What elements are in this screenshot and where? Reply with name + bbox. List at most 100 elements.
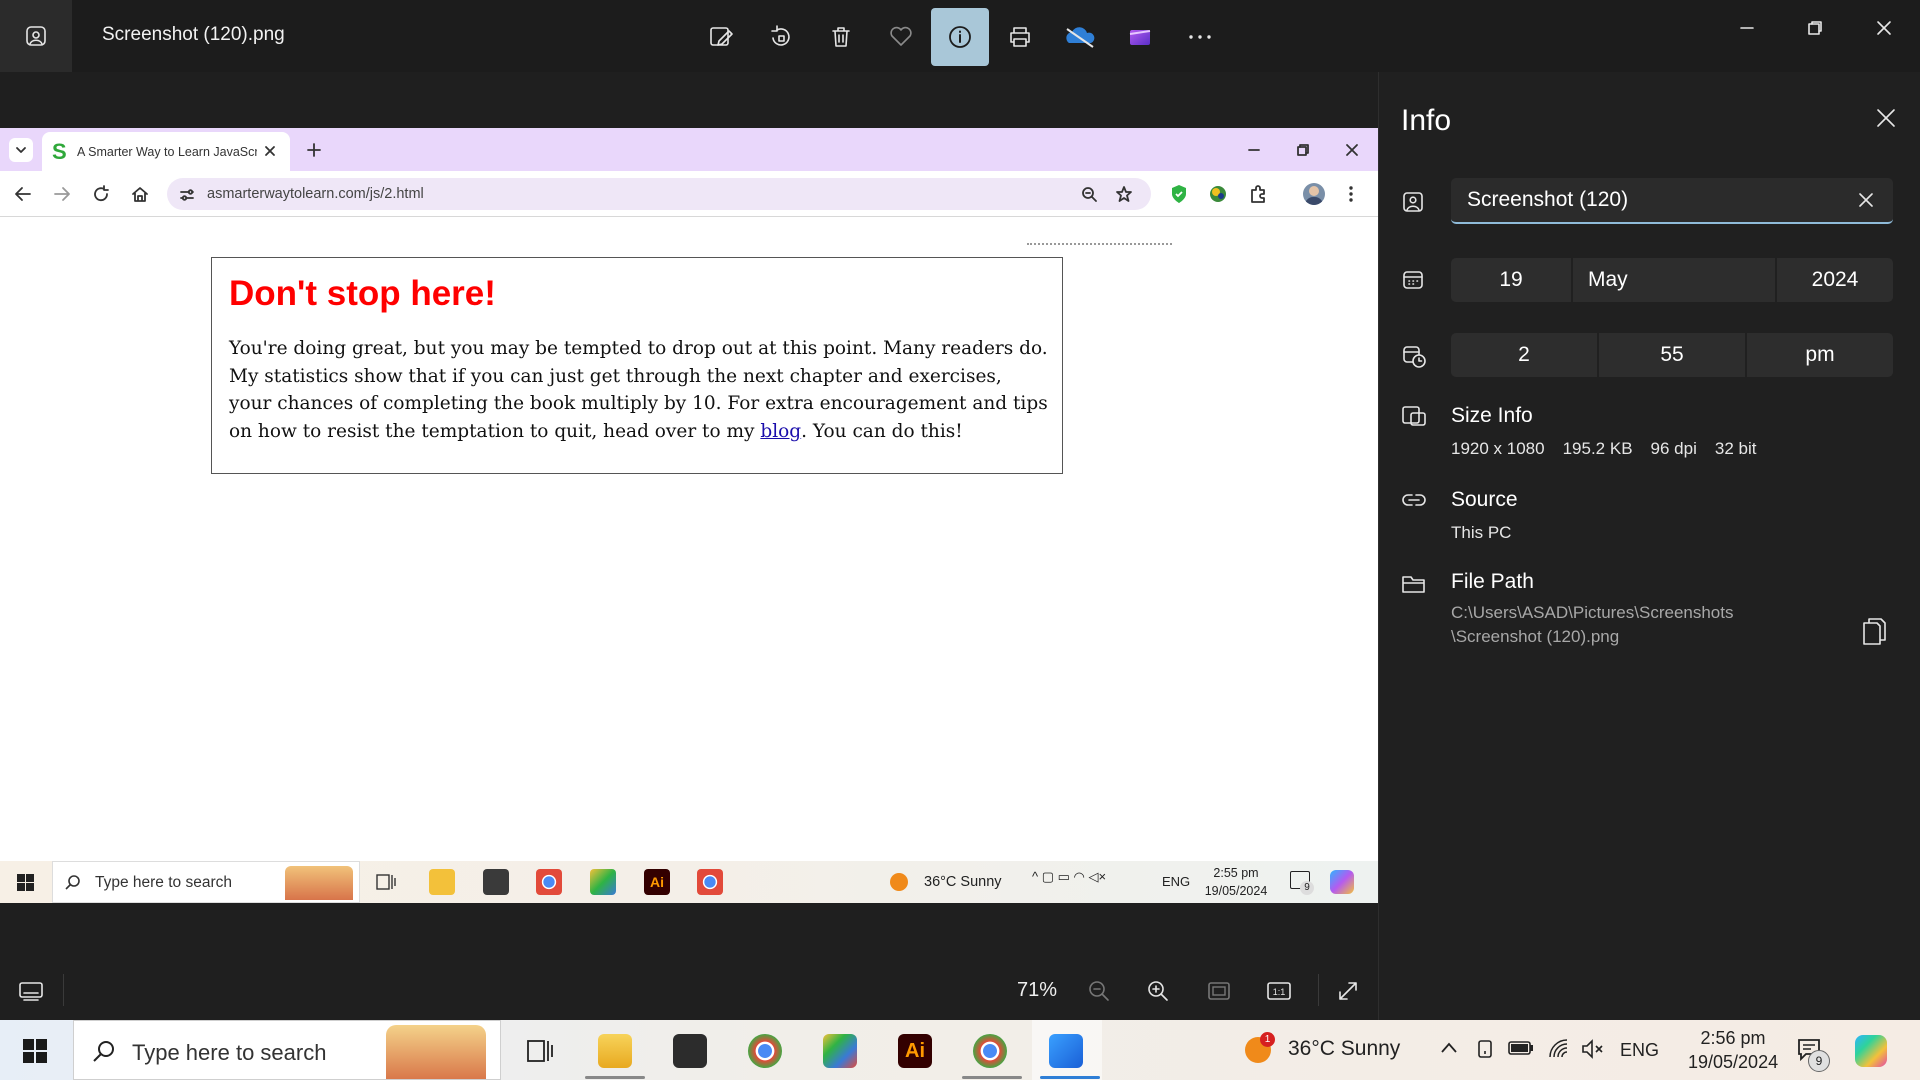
time-hour[interactable]: 2 [1451,333,1597,377]
print-button[interactable] [991,8,1049,66]
more-options-button[interactable] [1171,8,1229,66]
running-indicator [962,1076,1022,1079]
browser-restore-icon[interactable] [1296,143,1310,157]
taskbar-language[interactable]: ENG [1620,1040,1659,1061]
fullscreen-icon[interactable] [1336,979,1360,1003]
chevron-up-icon[interactable] [1440,1041,1458,1055]
volume-muted-icon[interactable] [1581,1038,1605,1060]
date-month[interactable]: May [1573,258,1775,302]
time-ampm[interactable]: pm [1747,333,1893,377]
url-text: asmarterwaytolearn.com/js/2.html [207,186,424,202]
size-info-icon [1402,406,1426,426]
date-day[interactable]: 19 [1451,258,1571,302]
tray-icons[interactable]: ^ ▢ ▭ ◠ ◁× [1032,869,1106,885]
browser-tab-strip: S A Smarter Way to Learn JavaScript [0,128,1378,171]
reload-icon[interactable] [92,185,110,203]
chrome-profile-icon[interactable] [973,1034,1007,1068]
delete-button[interactable] [812,8,870,66]
file-path-value[interactable]: C:\Users\ASAD\Pictures\Screenshots \Scre… [1451,601,1733,649]
zoom-in-icon[interactable] [1147,980,1169,1002]
app-icon-terminal[interactable] [483,869,509,895]
copy-path-icon[interactable] [1861,616,1887,646]
restore-button[interactable] [1793,14,1837,42]
chrome-icon[interactable] [536,869,562,895]
taskbar-weather[interactable]: 36°C Sunny [1288,1037,1400,1061]
home-icon[interactable] [131,185,149,203]
onedrive-button[interactable] [1051,8,1109,66]
file-path-line-1: C:\Users\ASAD\Pictures\Screenshots [1451,603,1734,622]
site-settings-icon[interactable] [179,187,195,203]
video-editor-icon [1129,30,1151,45]
photos-app-icon[interactable] [1049,1034,1083,1068]
chrome-profile-icon[interactable] [697,869,723,895]
illustrator-icon[interactable]: Ai [644,869,670,895]
bluestacks-icon[interactable] [590,869,616,895]
browser-minimize-icon[interactable] [1247,143,1261,157]
folder-icon [1402,576,1425,593]
displayed-screenshot[interactable]: S A Smarter Way to Learn JavaScript asma… [0,128,1378,903]
time-picker[interactable]: 2 55 pm [1451,333,1893,377]
trash-icon [832,27,850,47]
file-name-input[interactable]: Screenshot (120) [1451,178,1893,224]
screenshot-weather-text[interactable]: 36°C Sunny [924,874,1002,890]
favorite-button[interactable] [872,8,930,66]
app-icon-terminal[interactable] [673,1034,707,1068]
extensions-puzzle-icon[interactable] [1248,184,1268,204]
tab-close-icon[interactable] [264,145,276,157]
shield-extension-icon[interactable] [1170,184,1188,204]
browser-tab[interactable]: S A Smarter Way to Learn JavaScript [42,132,290,171]
image-viewer: S A Smarter Way to Learn JavaScript asma… [0,72,1378,960]
bookmark-star-icon[interactable] [1115,185,1133,203]
zoom-toolbar: 71% 1:1 [0,960,1378,1020]
back-arrow-icon[interactable] [14,185,32,203]
close-panel-icon[interactable] [1876,108,1896,128]
fit-to-window-icon[interactable] [1207,980,1231,1002]
forward-arrow-icon[interactable] [53,185,71,203]
clipchamp-button[interactable] [1111,8,1169,66]
date-year[interactable]: 2024 [1777,258,1893,302]
screenshot-taskbar-search[interactable]: Type here to search [52,861,360,903]
svg-text:1:1: 1:1 [1273,987,1286,997]
file-explorer-icon[interactable] [429,869,455,895]
screenshot-clock[interactable]: 2:55 pm 19/05/2024 [1198,864,1274,900]
close-button[interactable] [1862,14,1906,42]
battery-icon[interactable] [1508,1040,1534,1056]
taskbar-clock[interactable]: 2:56 pm 19/05/2024 [1688,1026,1778,1074]
chrome-icon[interactable] [748,1034,782,1068]
blog-link[interactable]: blog [760,421,801,442]
bluestacks-icon[interactable] [823,1034,857,1068]
minimize-button[interactable] [1725,14,1769,42]
time-minute[interactable]: 55 [1599,333,1745,377]
windows-start-icon[interactable] [17,874,34,891]
filmstrip-icon[interactable] [18,980,44,1002]
screenshot-lang[interactable]: ENG [1162,874,1190,889]
date-picker[interactable]: 19 May 2024 [1451,258,1893,302]
wifi-icon[interactable] [1547,1037,1569,1059]
taskbar-search-box[interactable]: Type here to search [73,1020,501,1080]
task-view-icon[interactable] [526,1038,554,1064]
browser-menu-icon[interactable] [1347,184,1355,204]
rotate-button[interactable] [752,8,810,66]
illustrator-icon[interactable]: Ai [898,1034,932,1068]
zoom-icon[interactable] [1081,186,1097,202]
zoom-out-icon[interactable] [1088,980,1110,1002]
browser-close-icon[interactable] [1345,143,1359,157]
info-button[interactable] [931,8,989,66]
clear-name-icon[interactable] [1859,193,1873,207]
edit-button[interactable] [692,8,750,66]
profile-avatar[interactable] [1303,183,1325,205]
meet-now-icon[interactable] [1476,1038,1496,1060]
file-explorer-icon[interactable] [598,1034,632,1068]
weather-alert-badge: 1 [1260,1032,1275,1047]
zoom-level[interactable]: 71% [1017,979,1057,1002]
new-tab-icon[interactable] [306,142,322,158]
globe-extension-icon[interactable] [1208,184,1228,204]
tab-search-button[interactable] [9,138,33,162]
actual-size-icon[interactable]: 1:1 [1266,980,1292,1002]
task-view-icon[interactable] [376,873,396,891]
address-bar[interactable]: asmarterwaytolearn.com/js/2.html [167,178,1151,210]
copilot-icon[interactable] [1855,1035,1887,1067]
copilot-icon[interactable] [1330,870,1354,894]
windows-start-icon[interactable] [23,1039,47,1063]
clock-calendar-icon [1403,346,1426,368]
